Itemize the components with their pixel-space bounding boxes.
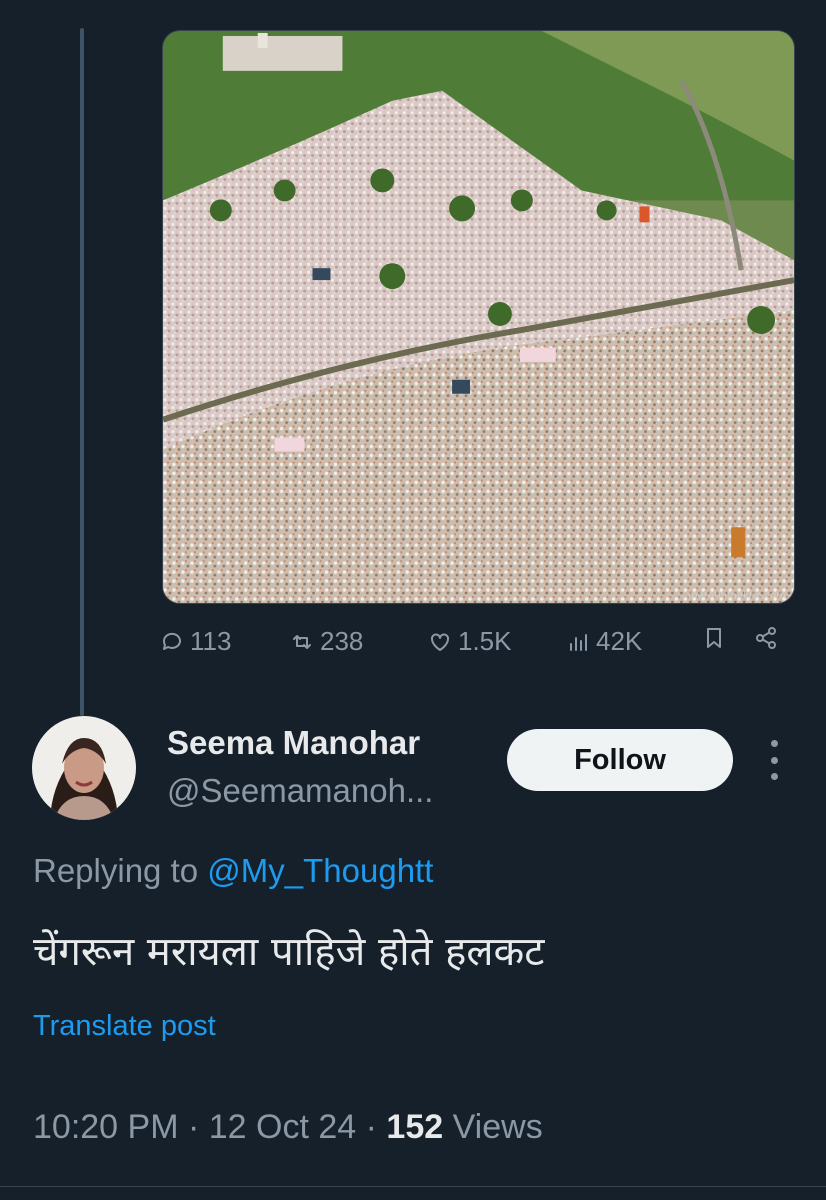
reply-count: 113 xyxy=(190,626,232,656)
like-count: 1.5K xyxy=(458,626,512,656)
post-text: चेंगरून मरायला पाहिजे होते हलकट xyxy=(33,929,545,975)
replying-to-mention-link[interactable]: @My_Thoughtt xyxy=(207,852,433,889)
views-button[interactable]: 42K xyxy=(566,626,642,657)
bookmark-icon xyxy=(707,628,721,648)
like-button[interactable]: 1.5K xyxy=(428,626,512,657)
meta-separator: · xyxy=(365,1108,377,1146)
divider xyxy=(0,1186,826,1187)
post-views-label: Views xyxy=(452,1108,543,1146)
repost-button[interactable]: 238 xyxy=(290,626,363,657)
post-metadata: 10:20 PM · 12 Oct 24 · 152 Views xyxy=(33,1108,543,1147)
aerial-crowd-photo xyxy=(163,31,794,603)
analytics-icon xyxy=(570,633,587,651)
avatar[interactable] xyxy=(32,716,136,820)
thread-connector-line xyxy=(80,28,84,716)
views-count: 42K xyxy=(596,626,643,656)
more-dot-icon xyxy=(770,740,778,747)
more-dot-icon xyxy=(770,756,778,764)
reply-button[interactable]: 113 xyxy=(160,626,231,657)
repost-icon xyxy=(293,634,311,649)
follow-button[interactable]: Follow xyxy=(507,729,733,791)
translate-post-link[interactable]: Translate post xyxy=(33,1010,216,1043)
more-options-button[interactable] xyxy=(762,740,786,780)
heart-icon xyxy=(431,633,449,651)
post-views-count[interactable]: 152 xyxy=(386,1108,443,1146)
bookmark-button[interactable] xyxy=(702,626,726,650)
share-button[interactable] xyxy=(754,626,778,650)
more-dot-icon xyxy=(770,773,778,780)
post-time[interactable]: 10:20 PM xyxy=(33,1108,179,1146)
post-action-bar: 113 238 1.5K 42K xyxy=(160,626,796,666)
author-display-name[interactable]: Seema Manohar xyxy=(167,724,420,762)
reply-icon xyxy=(162,632,181,650)
author-handle[interactable]: @Seemamanoh... xyxy=(167,772,433,810)
meta-separator: · xyxy=(187,1108,200,1146)
repost-count: 238 xyxy=(320,626,364,656)
post-media-image[interactable]: marathitaakhe.com xyxy=(162,30,795,604)
post-date[interactable]: 12 Oct 24 xyxy=(209,1108,356,1146)
replying-to-prefix: Replying to xyxy=(33,852,199,889)
share-icon xyxy=(756,627,776,649)
profile-photo xyxy=(32,716,136,820)
image-watermark: marathitaakhe.com xyxy=(687,590,786,601)
replying-to-line: Replying to @My_Thoughtt xyxy=(33,852,433,890)
